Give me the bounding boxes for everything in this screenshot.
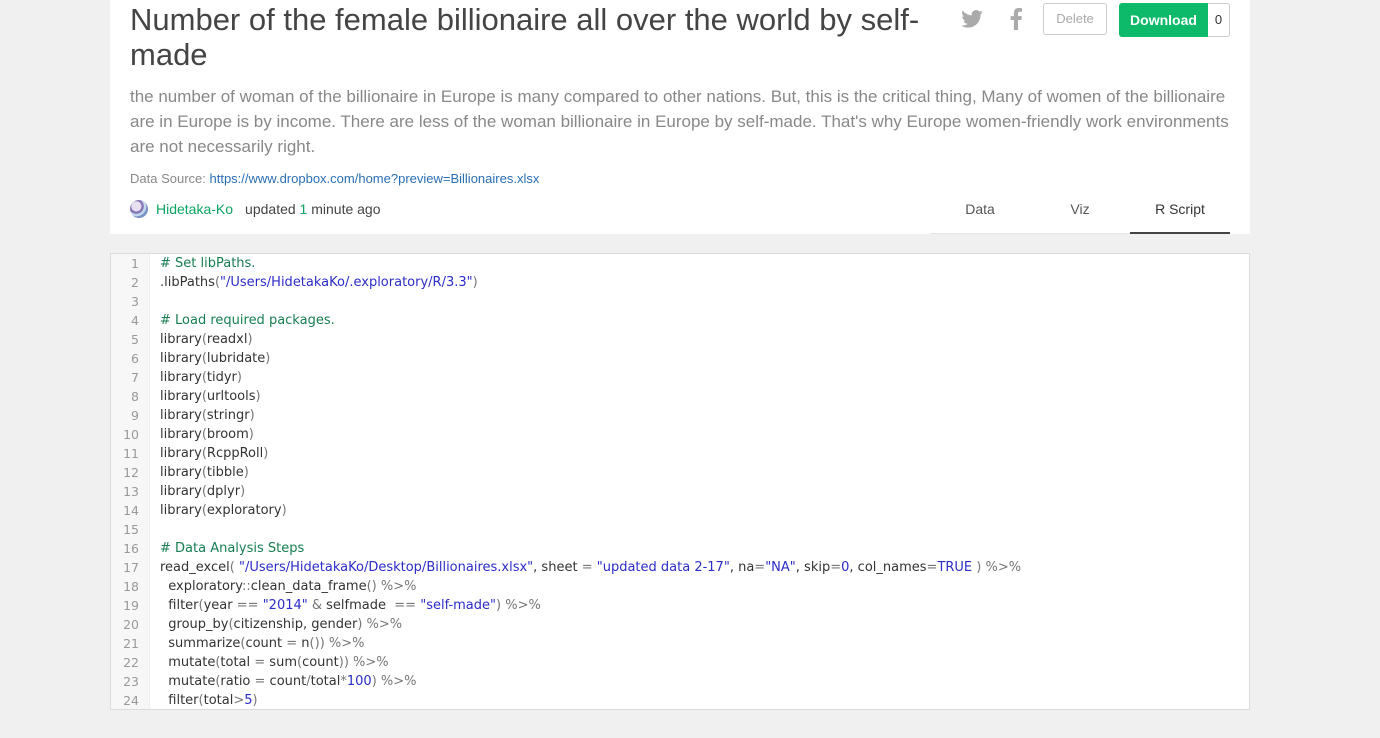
- line-number: 9: [131, 408, 139, 423]
- code-line: 12 library(tibble): [111, 463, 1249, 482]
- code-line: 20 group_by(citizenship, gender) %>%: [111, 615, 1249, 634]
- updated-prefix: updated: [245, 201, 296, 217]
- code-line: 1 # Set libPaths.: [111, 254, 1249, 273]
- line-number: 24: [123, 693, 139, 708]
- code-text: library(tibble): [160, 465, 249, 480]
- code-text: library(exploratory): [160, 503, 287, 518]
- line-number: 20: [123, 617, 139, 632]
- twitter-icon[interactable]: [960, 6, 984, 32]
- share-icons: [960, 6, 1048, 32]
- code-line: 7 library(tidyr): [111, 368, 1249, 387]
- header-card: Number of the female billionaire all ove…: [110, 0, 1250, 234]
- line-number: 2: [131, 275, 139, 290]
- view-tabs: Data Viz R Script: [930, 186, 1230, 234]
- code-line: 3: [111, 292, 1249, 311]
- tab-r-script[interactable]: R Script: [1130, 186, 1230, 234]
- line-number: 14: [123, 503, 139, 518]
- data-source-label: Data Source:: [130, 171, 206, 186]
- line-number: 21: [123, 636, 139, 651]
- line-number: 15: [123, 522, 139, 537]
- code-line: 9 library(stringr): [111, 406, 1249, 425]
- code-text: filter(total>5): [160, 693, 258, 708]
- updated-text: updated 1 minute ago: [245, 201, 380, 217]
- code-text: library(dplyr): [160, 484, 246, 499]
- code-line: 6 library(lubridate): [111, 349, 1249, 368]
- code-text: filter(year == "2014" & selfmade == "sel…: [160, 598, 541, 613]
- code-text: .libPaths("/Users/HidetakaKo/.explorator…: [160, 275, 478, 290]
- code-line: 21 summarize(count = n()) %>%: [111, 634, 1249, 653]
- code-lines: 1 # Set libPaths. 2 .libPaths("/Users/Hidet…: [111, 254, 1249, 709]
- code-text: mutate(ratio = count/total*100) %>%: [160, 674, 417, 689]
- code-text: summarize(count = n()) %>%: [160, 636, 365, 651]
- line-number: 1: [131, 256, 139, 271]
- code-line: 11 library(RcppRoll): [111, 444, 1249, 463]
- line-number: 22: [123, 655, 139, 670]
- line-number: 18: [123, 579, 139, 594]
- code-line: 17 read_excel( "/Users/HidetakaKo/Desktop…: [111, 558, 1249, 577]
- code-text: library(RcppRoll): [160, 446, 269, 461]
- download-button[interactable]: Download: [1119, 3, 1208, 37]
- code-text: library(readxl): [160, 332, 253, 347]
- download-count: 0: [1208, 3, 1230, 37]
- code-line: 18 exploratory::clean_data_frame() %>%: [111, 577, 1249, 596]
- code-line: 24 filter(total>5): [111, 691, 1249, 709]
- code-text: library(urltools): [160, 389, 261, 404]
- line-number: 13: [123, 484, 139, 499]
- data-source-link[interactable]: https://www.dropbox.com/home?preview=Bil…: [210, 171, 540, 186]
- author-link[interactable]: Hidetaka-Ko: [156, 201, 233, 217]
- line-number: 17: [123, 560, 139, 575]
- line-number: 11: [123, 446, 139, 461]
- code-line: 4 # Load required packages.: [111, 311, 1249, 330]
- delete-button[interactable]: Delete: [1043, 3, 1107, 35]
- line-number: 16: [123, 541, 139, 556]
- code-editor[interactable]: 1 # Set libPaths. 2 .libPaths("/Users/Hidet…: [110, 253, 1250, 710]
- tab-data[interactable]: Data: [930, 186, 1030, 234]
- avatar[interactable]: [130, 200, 148, 218]
- code-text: mutate(total = sum(count)) %>%: [160, 655, 389, 670]
- tab-viz[interactable]: Viz: [1030, 186, 1130, 234]
- code-line: 2 .libPaths("/Users/HidetakaKo/.explorato…: [111, 273, 1249, 292]
- code-line: 15: [111, 520, 1249, 539]
- code-text: library(broom): [160, 427, 254, 442]
- code-line: 8 library(urltools): [111, 387, 1249, 406]
- code-line: 22 mutate(total = sum(count)) %>%: [111, 653, 1249, 672]
- page-description: the number of woman of the billionaire i…: [130, 87, 1229, 156]
- code-line: 16 # Data Analysis Steps: [111, 539, 1249, 558]
- code-text: library(lubridate): [160, 351, 271, 366]
- line-number: 3: [131, 294, 139, 309]
- code-line: 10 library(broom): [111, 425, 1249, 444]
- code-line: 13 library(dplyr): [111, 482, 1249, 501]
- updated-suffix: minute ago: [311, 201, 381, 217]
- code-line: 19 filter(year == "2014" & selfmade == "…: [111, 596, 1249, 615]
- line-number: 10: [123, 427, 139, 442]
- line-number: 8: [131, 389, 139, 404]
- updated-number: 1: [299, 201, 308, 217]
- code-text: group_by(citizenship, gender) %>%: [160, 617, 403, 632]
- code-text: # Load required packages.: [160, 313, 335, 328]
- code-text: # Data Analysis Steps: [160, 541, 305, 556]
- line-number: 6: [131, 351, 139, 366]
- code-text: read_excel( "/Users/HidetakaKo/Desktop/B…: [160, 560, 1022, 575]
- line-number: 19: [123, 598, 139, 613]
- line-number: 5: [131, 332, 139, 347]
- code-text: # Set libPaths.: [160, 256, 256, 271]
- line-number: 7: [131, 370, 139, 385]
- code-line: 14 library(exploratory): [111, 501, 1249, 520]
- author-info: Hidetaka-Ko updated 1 minute ago: [130, 200, 381, 218]
- line-number: 23: [123, 674, 139, 689]
- line-number: 4: [131, 313, 139, 328]
- data-source: Data Source: https://www.dropbox.com/hom…: [130, 171, 539, 186]
- code-text: library(stringr): [160, 408, 255, 423]
- code-line: 5 library(readxl): [111, 330, 1249, 349]
- code-line: 23 mutate(ratio = count/total*100) %>%: [111, 672, 1249, 691]
- line-number: 12: [123, 465, 139, 480]
- code-text: exploratory::clean_data_frame() %>%: [160, 579, 417, 594]
- page-title: Number of the female billionaire all ove…: [130, 2, 920, 72]
- facebook-icon[interactable]: [1004, 6, 1028, 32]
- code-text: library(tidyr): [160, 370, 242, 385]
